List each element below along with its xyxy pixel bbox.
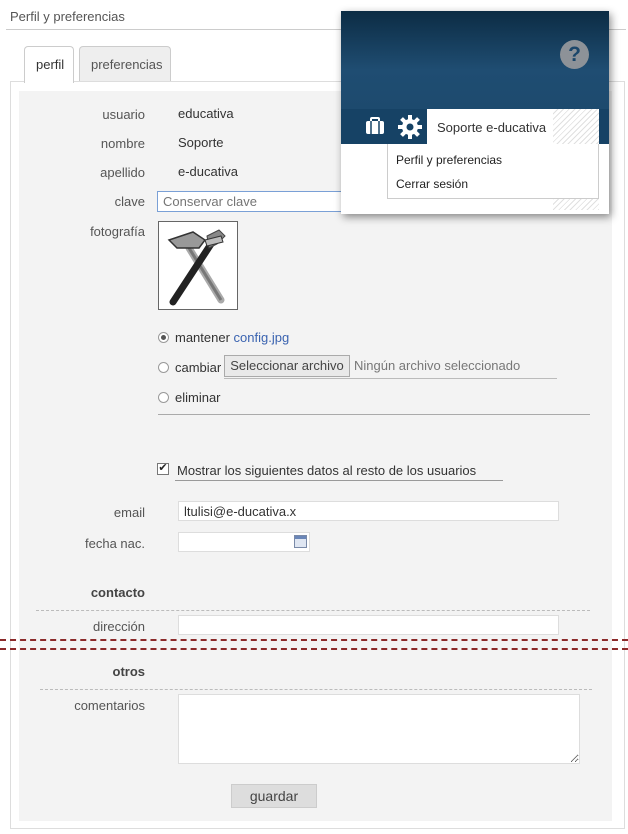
keep-label-text: mantener bbox=[175, 330, 230, 345]
tab-perfil[interactable]: perfil bbox=[24, 46, 74, 83]
file-status: Ningún archivo seleccionado bbox=[354, 358, 521, 373]
menu-item-logout[interactable]: Cerrar sesión bbox=[396, 177, 468, 191]
help-icon[interactable]: ? bbox=[560, 40, 589, 69]
otros-divider bbox=[40, 689, 592, 690]
email-field[interactable] bbox=[178, 501, 559, 521]
save-button[interactable]: guardar bbox=[231, 784, 317, 808]
tools-icon bbox=[167, 229, 226, 306]
show-data-checkbox[interactable]: ✔ bbox=[157, 463, 169, 475]
profile-photo bbox=[158, 221, 238, 310]
apellido-label: apellido bbox=[100, 165, 145, 180]
show-data-label: Mostrar los siguientes datos al resto de… bbox=[177, 463, 477, 478]
tear-line-top bbox=[0, 639, 628, 641]
change-photo-radio[interactable] bbox=[158, 362, 169, 373]
comentarios-label: comentarios bbox=[74, 698, 145, 713]
show-data-underline bbox=[175, 480, 503, 481]
file-underline bbox=[224, 378, 557, 379]
user-name: Soporte e-ducativa bbox=[437, 120, 547, 135]
dropdown-area: Perfil y preferencias Cerrar sesión bbox=[341, 109, 609, 214]
apellido-value: e-ducativa bbox=[178, 164, 238, 179]
calendar-icon[interactable] bbox=[294, 535, 307, 548]
select-file-button[interactable]: Seleccionar archivo bbox=[224, 355, 350, 377]
comments-textarea[interactable] bbox=[178, 694, 580, 764]
contacto-divider bbox=[36, 610, 590, 611]
tab-preferencias[interactable]: preferencias bbox=[79, 46, 171, 82]
fecha-label: fecha nac. bbox=[85, 536, 145, 551]
password-field[interactable] bbox=[157, 191, 357, 212]
nombre-label: nombre bbox=[100, 136, 145, 151]
user-dropdown-menu: Perfil y preferencias Cerrar sesión bbox=[387, 144, 599, 199]
header-banner: ? bbox=[341, 11, 609, 109]
keep-photo-radio[interactable] bbox=[158, 332, 169, 343]
address-field[interactable] bbox=[178, 615, 559, 635]
contacto-section: contacto bbox=[90, 585, 145, 600]
current-photo-link[interactable]: config.jpg bbox=[234, 330, 290, 345]
fotografia-label: fotografía bbox=[90, 224, 145, 239]
briefcase-icon[interactable] bbox=[365, 117, 385, 135]
delete-photo-label: eliminar bbox=[175, 390, 221, 405]
nombre-value: Soporte bbox=[178, 135, 224, 150]
change-photo-label: cambiar bbox=[175, 360, 222, 375]
email-label: email bbox=[113, 505, 145, 520]
keep-photo-label: mantener config.jpg bbox=[175, 330, 289, 345]
tear-line-bottom bbox=[0, 648, 628, 650]
photo-divider bbox=[158, 414, 590, 415]
otros-section: otros bbox=[112, 664, 146, 679]
usuario-value: educativa bbox=[178, 106, 234, 121]
user-menu-overlay: ? Soporte e-ducativa Perfil y preferenci… bbox=[341, 11, 609, 214]
clave-label: clave bbox=[114, 194, 145, 209]
birthdate-field[interactable] bbox=[178, 532, 310, 552]
direccion-label: dirección bbox=[92, 619, 145, 634]
usuario-label: usuario bbox=[102, 107, 145, 122]
menu-item-perfil[interactable]: Perfil y preferencias bbox=[396, 153, 502, 167]
delete-photo-radio[interactable] bbox=[158, 392, 169, 403]
page-title: Perfil y preferencias bbox=[10, 9, 125, 24]
gear-icon[interactable] bbox=[397, 114, 423, 140]
